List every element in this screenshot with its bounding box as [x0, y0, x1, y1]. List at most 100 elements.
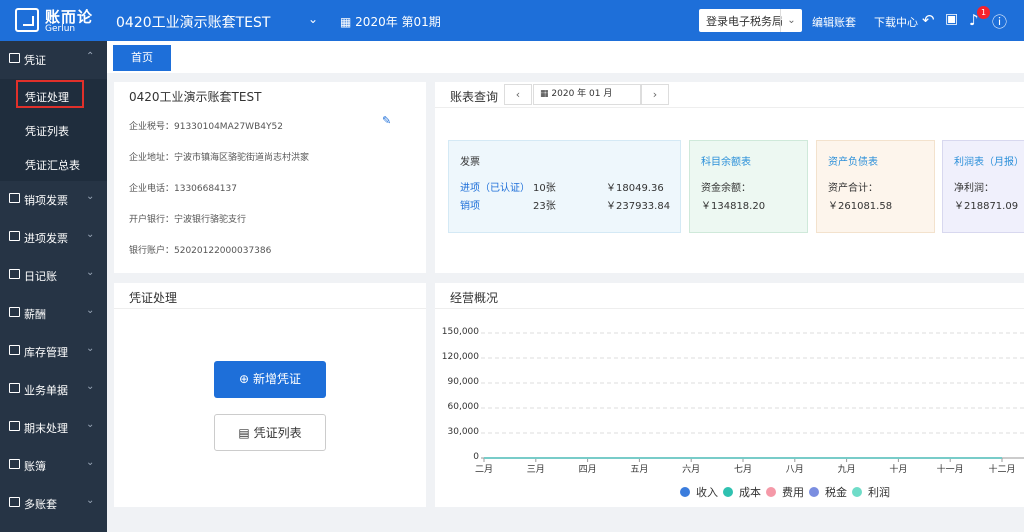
list-icon: ▤ — [238, 426, 250, 440]
sidebar-subitem-label: 凭证列表 — [25, 125, 69, 138]
chevron-down-icon: ⌄ — [86, 229, 95, 240]
logo[interactable]: 账而论 Gerlun — [15, 6, 105, 36]
x-tick-label: 十二月 — [988, 465, 1016, 475]
ledger-query-card: 账表查询 ‹ ▦ 2020 年 01 月 › 发票 进项（已认证） 10张 ￥1… — [435, 82, 1024, 273]
legend-label: 成本 — [739, 486, 761, 499]
fullscreen-icon[interactable]: ▣ — [945, 11, 958, 27]
x-tick-label: 三月 — [526, 465, 545, 475]
sidebar-item-label: 账簿 — [24, 460, 46, 473]
top-bar: 账而论 Gerlun 0420工业演示账套TEST ⌄ ▦ 2020年 第01期… — [0, 0, 1024, 41]
plus-circle-icon: ⊕ — [239, 372, 250, 386]
business-overview-header: 经营概况 — [435, 283, 1024, 309]
help-icon[interactable]: ⓘ — [992, 11, 1007, 32]
chevron-down-icon[interactable]: ⌄ — [780, 9, 802, 32]
tab-bar: 首页 — [107, 41, 1024, 73]
invoice-out-count: 23张 — [533, 201, 556, 212]
sidebar-item-sales-invoice[interactable]: 销项发票 ⌄ — [0, 181, 107, 219]
company-selector[interactable]: 0420工业演示账套TEST — [116, 12, 270, 32]
chevron-up-icon: ⌃ — [86, 51, 95, 62]
balance-card[interactable]: 科目余额表 资金余额： ￥134818.20 — [689, 140, 808, 233]
invoice-icon — [9, 193, 20, 203]
notification-badge: 1 — [977, 6, 990, 19]
sidebar-item-business-docs[interactable]: 业务单据 ⌄ — [0, 371, 107, 409]
book-icon — [9, 459, 20, 469]
back-icon[interactable]: ↶ — [922, 11, 935, 29]
sidebar-item-purchase-invoice[interactable]: 进项发票 ⌄ — [0, 219, 107, 257]
voucher-process-header: 凭证处理 — [114, 283, 426, 309]
chevron-down-icon: ⌄ — [86, 267, 95, 278]
legend-item[interactable]: 税金 — [809, 484, 847, 500]
legend-item[interactable]: 利润 — [852, 484, 890, 500]
sidebar-item-period-end[interactable]: 期末处理 ⌄ — [0, 409, 107, 447]
y-tick-label: 30,000 — [447, 427, 480, 437]
edit-ledger-link[interactable]: 编辑账套 — [812, 14, 856, 30]
chevron-down-icon: ⌄ — [86, 305, 95, 316]
calendar-icon: ▦ — [340, 15, 352, 29]
x-tick-label: 七月 — [733, 465, 752, 475]
period-selector[interactable]: ▦ 2020年 第01期 — [340, 13, 441, 30]
invoice-icon — [9, 231, 20, 241]
balance-title: 科目余额表 — [701, 157, 751, 168]
legend-label: 税金 — [825, 486, 847, 499]
sidebar-subitem-voucher-list[interactable]: 凭证列表 — [0, 113, 107, 147]
period-label: 2020年 第01期 — [355, 15, 441, 29]
sidebar-item-books[interactable]: 账簿 ⌄ — [0, 447, 107, 485]
legend-dot — [809, 487, 819, 497]
company-phone: 企业电话：13306684137 — [129, 184, 237, 194]
chevron-down-icon[interactable]: ⌄ — [308, 12, 318, 26]
legend-item[interactable]: 费用 — [766, 484, 804, 500]
ledger-query-title: 账表查询 — [450, 90, 499, 104]
sidebar-item-journal[interactable]: 日记账 ⌄ — [0, 257, 107, 295]
profit-value: ￥218871.09 — [954, 201, 1019, 212]
sidebar: 凭证 ⌃ 凭证处理 凭证列表 凭证汇总表 销项发票 ⌄ 进项发票 ⌄ 日记账 ⌄… — [0, 41, 107, 532]
invoice-out-label[interactable]: 销项 — [460, 197, 480, 212]
sidebar-subitem-voucher-process[interactable]: 凭证处理 — [0, 79, 107, 113]
legend-dot — [766, 487, 776, 497]
x-tick-label: 十一月 — [936, 465, 964, 475]
tab-home[interactable]: 首页 — [113, 45, 171, 71]
sidebar-item-multi-ledger[interactable]: 多账套 ⌄ — [0, 485, 107, 523]
sidebar-subitem-voucher-summary[interactable]: 凭证汇总表 — [0, 147, 107, 181]
x-tick-label: 五月 — [630, 465, 649, 475]
login-tax-button[interactable]: 登录电子税务局 ⌄ — [699, 9, 802, 32]
prev-month-button[interactable]: ‹ — [504, 84, 532, 105]
voucher-list-button[interactable]: ▤ 凭证列表 — [214, 414, 326, 451]
company-name: 0420工业演示账套TEST — [129, 90, 262, 104]
login-tax-label: 登录电子税务局 — [706, 15, 783, 28]
legend-dot — [723, 487, 733, 497]
profit-card[interactable]: 利润表（月报） 净利润： ￥218871.09 — [942, 140, 1024, 233]
sidebar-item-inventory[interactable]: 库存管理 ⌄ — [0, 333, 107, 371]
x-tick-label: 二月 — [474, 465, 493, 475]
assets-card[interactable]: 资产负债表 资产合计： ￥261081.58 — [816, 140, 935, 233]
assets-title: 资产负债表 — [828, 157, 878, 168]
legend-dot — [680, 487, 690, 497]
sidebar-item-salary[interactable]: 薪酬 ⌄ — [0, 295, 107, 333]
legend-label: 利润 — [868, 486, 890, 499]
balance-label: 资金余额： — [701, 183, 751, 194]
period-end-icon — [9, 421, 20, 431]
legend-item[interactable]: 收入 — [680, 484, 718, 500]
y-tick-label: 120,000 — [441, 352, 479, 362]
invoice-in-count: 10张 — [533, 183, 556, 194]
next-month-button[interactable]: › — [641, 84, 669, 105]
chart-title: 经营概况 — [450, 291, 499, 305]
sidebar-item-label: 多账套 — [24, 498, 57, 511]
invoice-in-amount: ￥18049.36 — [606, 183, 664, 194]
company-bank: 开户银行：宁波银行骆驼支行 — [129, 215, 247, 225]
download-center-link[interactable]: 下载中心 — [874, 14, 918, 30]
voucher-process-card: 凭证处理 ⊕ 新增凭证 ▤ 凭证列表 — [114, 283, 426, 507]
invoice-in-label[interactable]: 进项（已认证） — [460, 179, 530, 194]
inventory-icon — [9, 345, 20, 355]
edit-icon[interactable]: ✎ — [382, 114, 391, 127]
sidebar-item-label: 业务单据 — [24, 384, 68, 397]
legend-label: 收入 — [696, 486, 718, 499]
legend-item[interactable]: 成本 — [723, 484, 761, 500]
invoice-card[interactable]: 发票 进项（已认证） 10张 ￥18049.36 销项 23张 ￥237933.… — [448, 140, 681, 233]
x-tick-label: 十月 — [889, 465, 908, 475]
business-overview-chart — [481, 332, 1024, 462]
legend-label: 费用 — [782, 486, 804, 499]
company-tax-id: 企业税号：91330104MA27WB4Y52 — [129, 122, 283, 132]
month-picker[interactable]: ▦ 2020 年 01 月 — [533, 84, 641, 105]
sidebar-item-voucher[interactable]: 凭证 ⌃ — [0, 41, 107, 79]
new-voucher-button[interactable]: ⊕ 新增凭证 — [214, 361, 326, 398]
